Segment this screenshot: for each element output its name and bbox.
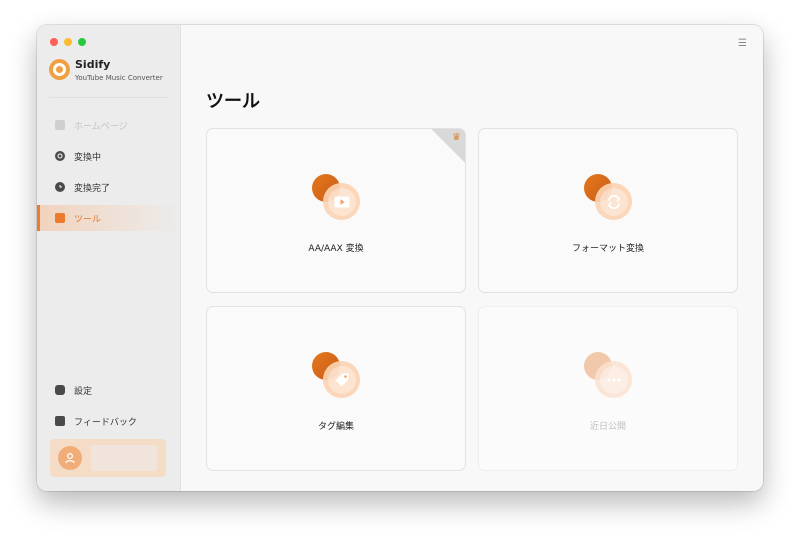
divider (49, 97, 168, 98)
sidebar-item-label: ホームページ (74, 121, 128, 132)
sidebar-bottom-nav: 設定 フィードバック (37, 377, 180, 439)
clock-icon (55, 182, 65, 192)
sidify-logo-icon (49, 59, 70, 80)
gear-icon (55, 385, 65, 395)
mail-icon (55, 416, 65, 426)
minimize-window-button[interactable] (64, 38, 72, 46)
user-account-card[interactable] (50, 439, 166, 477)
tool-card-tag-edit[interactable]: タグ編集 (206, 306, 466, 471)
card-label: AA/AAX 変換 (308, 244, 364, 254)
page-title: ツール (206, 91, 260, 112)
sidebar-item-converting[interactable]: 変換中 (37, 143, 180, 169)
premium-badge: ♛ (431, 129, 465, 163)
sidebar-item-feedback[interactable]: フィードバック (37, 408, 180, 434)
account-name-redacted (91, 445, 157, 471)
app-subtitle: YouTube Music Converter (75, 74, 163, 82)
sidebar-item-tools[interactable]: ツール (37, 205, 180, 231)
sidebar-item-converted[interactable]: 変換完了 (37, 174, 180, 200)
more-icon (584, 352, 632, 398)
card-label: 近日公開 (589, 422, 626, 432)
toolbox-icon (55, 213, 65, 223)
card-label: タグ編集 (317, 422, 354, 432)
main-content: ☰ ツール ♛ AA/AAX 変換 フォーマット変換 タグ編集 近日公開 (181, 25, 763, 491)
app-window: Sidify YouTube Music Converter ホームページ 変換… (37, 25, 763, 491)
sidebar-item-label: フィードバック (74, 417, 137, 428)
tool-card-coming-soon: 近日公開 (478, 306, 738, 471)
sidebar: Sidify YouTube Music Converter ホームページ 変換… (37, 25, 181, 491)
video-play-icon (312, 174, 360, 220)
sidebar-item-label: ツール (74, 214, 102, 225)
sidebar-item-home[interactable]: ホームページ (37, 112, 180, 138)
user-icon (65, 452, 75, 464)
sidebar-item-label: 設定 (74, 386, 93, 397)
card-label: フォーマット変換 (571, 244, 644, 254)
menu-icon[interactable]: ☰ (738, 38, 747, 49)
sidebar-nav: ホームページ 変換中 変換完了 ツール (37, 112, 180, 236)
sidebar-item-label: 変換中 (74, 152, 102, 163)
home-icon (55, 120, 65, 130)
tool-card-format-convert[interactable]: フォーマット変換 (478, 128, 738, 293)
sidebar-item-label: 変換完了 (74, 183, 111, 194)
app-name: Sidify (75, 58, 111, 71)
crown-icon: ♛ (452, 132, 461, 143)
zoom-window-button[interactable] (78, 38, 86, 46)
sidebar-item-settings[interactable]: 設定 (37, 377, 180, 403)
tool-card-aa-aax-convert[interactable]: ♛ AA/AAX 変換 (206, 128, 466, 293)
brand: Sidify YouTube Music Converter (49, 58, 163, 82)
refresh-icon (584, 174, 632, 220)
converting-icon (55, 151, 65, 161)
window-controls (50, 38, 86, 46)
avatar (58, 446, 82, 470)
tag-icon (312, 352, 360, 398)
close-window-button[interactable] (50, 38, 58, 46)
